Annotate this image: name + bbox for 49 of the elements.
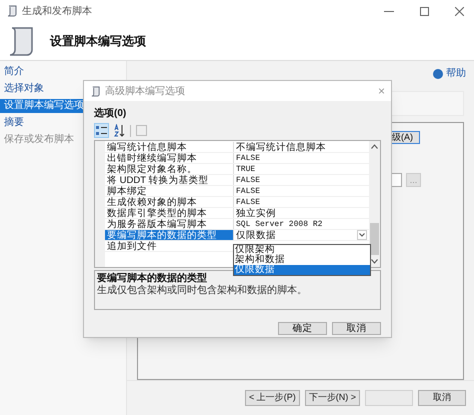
sort-icon[interactable] — [112, 123, 127, 138]
window-title: 生成和发布脚本 — [22, 4, 92, 18]
dropdown-chevron-icon[interactable] — [357, 230, 367, 240]
scroll-icon — [6, 5, 18, 17]
wizard-button[interactable]: 下一步(N) > — [304, 390, 360, 406]
property-value: SQL Server 2008 R2 — [236, 218, 322, 230]
minimize-icon[interactable] — [384, 10, 394, 12]
description-title: 要编写脚本的数据的类型 — [97, 273, 208, 284]
scroll-icon — [90, 86, 101, 96]
property-name[interactable]: 出错时继续编写脚本 — [105, 153, 233, 163]
close-icon[interactable] — [455, 6, 464, 16]
dialog-title: 高级脚本编写选项 — [105, 84, 185, 98]
property-value: TRUE — [236, 164, 256, 174]
property-value: FALSE — [236, 196, 260, 208]
property-value: FALSE — [236, 152, 260, 164]
advanced-button[interactable]: 级(A) — [390, 131, 420, 144]
property-name[interactable]: 将 UDDT 转换为基类型 — [105, 175, 233, 185]
property-name[interactable]: 数据库引擎类型的脚本 — [105, 208, 233, 218]
sidebar-item[interactable]: 简介 — [0, 65, 28, 79]
property-value: 独立实例 — [236, 208, 276, 218]
dropdown-option[interactable]: 架构和数据 — [234, 255, 370, 265]
property-name[interactable]: 架构限定对象名称。 — [105, 164, 233, 174]
page-title: 设置脚本编写选项 — [50, 33, 146, 50]
property-value: FALSE — [236, 174, 260, 186]
property-name[interactable]: 为服务器版本编写脚本 — [105, 219, 233, 229]
description-text: 生成仅包含架构或同时包含架构和数据的脚本。 — [97, 285, 308, 297]
property-name[interactable]: 编写统计信息脚本 — [105, 142, 233, 152]
property-value: 仅限数据 — [236, 230, 276, 240]
scrollbar[interactable] — [369, 141, 380, 267]
dropdown-option[interactable]: 仅限架构 — [234, 245, 370, 255]
scroll-down-icon[interactable] — [371, 259, 378, 264]
sidebar-item[interactable]: 摘要 — [0, 116, 28, 130]
categorized-icon[interactable] — [94, 123, 109, 138]
property-name[interactable]: 要编写脚本的数据的类型 — [105, 230, 233, 240]
dialog-button[interactable]: 取消 — [332, 322, 381, 335]
maximize-icon[interactable] — [420, 6, 429, 16]
help-link[interactable]: 帮助 — [446, 66, 466, 81]
scroll-thumb[interactable] — [370, 223, 379, 255]
property-value: 不编写统计信息脚本 — [236, 142, 326, 152]
help-icon — [433, 68, 443, 78]
property-name[interactable]: 脚本绑定 — [105, 186, 233, 196]
wizard-button[interactable]: 取消 — [418, 390, 466, 406]
sidebar-item[interactable]: 选择对象 — [0, 82, 48, 96]
scroll-up-icon[interactable] — [371, 144, 378, 149]
property-value: FALSE — [236, 186, 260, 196]
property-name[interactable]: 生成依赖对象的脚本 — [105, 197, 233, 207]
dialog-button[interactable]: 确定 — [278, 322, 327, 335]
property-name[interactable]: 追加到文件 — [105, 241, 233, 251]
wizard-button[interactable]: < 上一步(P) — [244, 390, 300, 406]
